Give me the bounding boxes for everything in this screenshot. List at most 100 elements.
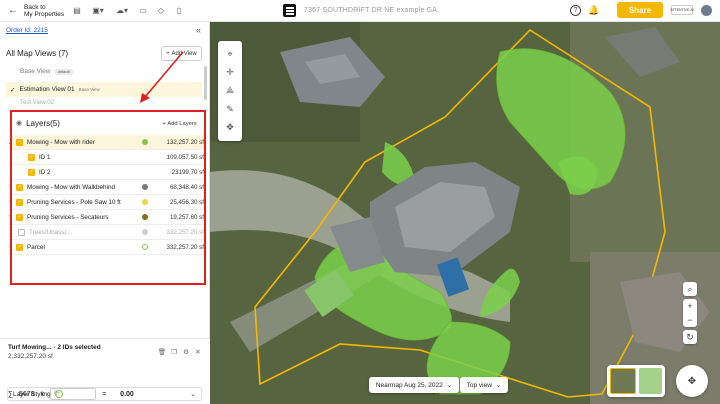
crosshair-icon[interactable]: ✛	[226, 67, 234, 78]
polygon-tool-icon[interactable]: ⟁	[226, 85, 234, 96]
layer-row[interactable]: › ✓ Parcel 332,257.20 sf	[9, 240, 205, 255]
layer-color-swatch[interactable]	[142, 214, 148, 220]
satellite-basemap-option[interactable]	[610, 368, 636, 394]
zoom-controls: ⌕ + − ↻	[683, 282, 697, 344]
layer-name: Pruning Services - Pole Saw 10 ft	[27, 198, 121, 206]
layer-area: 332,257.20 sf	[166, 243, 205, 251]
pen-tool-icon[interactable]: ✎	[226, 104, 234, 115]
selection-area: 2,332,257.20 sf	[8, 353, 53, 360]
drawing-toolbox: ⌖ ✛ ⟁ ✎ ✥	[218, 41, 242, 141]
layers-title: Layers(5)	[26, 118, 60, 128]
calc-result: 0.00	[120, 390, 134, 398]
tag-icon[interactable]: ◇	[154, 4, 168, 18]
add-layers-label: Add Layers	[167, 121, 197, 127]
layers-panel: ◉ Layers(5) + Add Layers ⌄ − Mowing - Mow …	[7, 110, 206, 285]
layer-name: ID 2	[39, 168, 51, 176]
layer-row[interactable]: ✓ ID 1 109,057.50 sf	[12, 150, 204, 165]
layer-checkbox[interactable]: ✓	[16, 243, 23, 251]
layer-checkbox[interactable]: ✓	[16, 183, 23, 191]
brand-logo: ATTENTIVE.AI	[670, 5, 694, 15]
layer-checkbox[interactable]	[18, 228, 25, 236]
layer-color-swatch[interactable]	[142, 199, 148, 205]
imagery-date-dropdown[interactable]: Nearmap Aug 25, 2022 ⌄	[369, 377, 459, 393]
left-panel: Order Id: 2215 « All Map Views (7) + Add…	[0, 22, 210, 404]
bell-icon[interactable]: 🔔	[588, 5, 599, 15]
layer-color-swatch[interactable]	[142, 184, 148, 190]
selection-title: Turf Mowing... - 2 IDs selected	[8, 344, 101, 351]
chevron-down-icon: ⌄	[190, 391, 196, 398]
document-icon[interactable]: ▯	[172, 4, 186, 18]
chevron-down-icon: ⌄	[446, 382, 453, 389]
layer-checkbox[interactable]: ✓	[28, 153, 35, 161]
layer-area: 25,456.30 sf	[169, 198, 204, 206]
copy-icon[interactable]: ❐	[170, 348, 178, 356]
layer-color-swatch[interactable]	[142, 229, 148, 235]
layer-area: 19,257.60 sf	[169, 213, 204, 221]
layer-row[interactable]: ⌄ − Mowing - Mow with rider 132,257.20 sf	[7, 135, 204, 150]
layer-row[interactable]: › ✓ Pruning Services - Pole Saw 10 ft 25,45…	[9, 195, 204, 210]
calc-equals: =	[102, 390, 107, 398]
avatar[interactable]	[701, 4, 712, 16]
zoom-in-button[interactable]: +	[687, 301, 692, 311]
calculator-bar: ∑ 5678 x 0 = 0.00	[8, 388, 134, 400]
collapse-panel-icon[interactable]: «	[196, 25, 201, 35]
chart-icon[interactable]: ▤	[70, 4, 84, 18]
view-mode-dropdown[interactable]: Top view ⌄	[460, 377, 508, 393]
layer-row[interactable]: › ✓ Mowing - Mow with Walkbehind 68,348.40 …	[9, 180, 204, 195]
hidden-view-item[interactable]: Test View 02	[20, 100, 54, 106]
layer-checkbox[interactable]: ✓	[16, 213, 23, 221]
search-location-icon[interactable]: ⌕	[683, 282, 697, 296]
layer-row[interactable]: ✓ ID 2 23199.70 sf	[12, 165, 204, 180]
layer-checkbox[interactable]: ✓	[28, 168, 35, 176]
view-mode-label: Top view	[466, 381, 492, 389]
views-scrollbar[interactable]	[204, 66, 207, 100]
chevron-down-icon[interactable]: ⌄	[6, 139, 14, 146]
toolbar-icons: ▤ ▣▾ ☁▾ ▭ ◇ ▯	[70, 4, 186, 18]
compass-control[interactable]: ✥	[676, 365, 708, 397]
basemap-switcher[interactable]	[607, 365, 665, 397]
cloud-dropdown-icon[interactable]: ☁▾	[112, 4, 132, 18]
base-view-item[interactable]: Base View default	[20, 68, 73, 75]
layer-name: Parcel	[27, 243, 45, 251]
image-dropdown-icon[interactable]: ▣▾	[88, 4, 108, 18]
layer-name: Mowing - Mow with rider	[27, 138, 95, 146]
close-icon[interactable]: ✕	[194, 348, 202, 356]
rotate-icon[interactable]: ↻	[683, 330, 697, 344]
chevron-right-icon[interactable]: ›	[6, 184, 14, 190]
eye-icon[interactable]: ◉	[16, 119, 22, 127]
zoom-out-button[interactable]: −	[687, 315, 692, 325]
trash-icon[interactable]: 🗑	[158, 348, 166, 356]
compass-icon: ✥	[687, 375, 697, 387]
imagery-date-label: Nearmap Aug 25, 2022	[375, 381, 443, 389]
back-label-line1: Back to	[24, 3, 46, 11]
comment-icon[interactable]: ▭	[136, 4, 150, 18]
add-layers-button[interactable]: + Add Layers	[157, 117, 202, 131]
help-icon[interactable]: ?	[570, 4, 581, 16]
chevron-right-icon[interactable]: ›	[6, 244, 14, 250]
street-basemap-option[interactable]	[638, 368, 662, 394]
layer-checkbox[interactable]: ✓	[16, 198, 23, 206]
map-canvas[interactable]: ⌖ ✛ ⟁ ✎ ✥ ⌕ + − ↻ ✥ Nearmap Aug 25, 2022…	[210, 22, 720, 404]
chevron-right-icon[interactable]: ›	[6, 214, 14, 220]
layer-checkbox[interactable]: −	[16, 138, 23, 146]
order-id-link[interactable]: Order Id: 2215	[6, 27, 48, 34]
share-button[interactable]: Share	[617, 2, 663, 18]
back-to-properties-link[interactable]: ← Back to My Properties	[8, 4, 70, 18]
calc-count: 5678	[19, 390, 35, 398]
select-cursor-icon[interactable]: ⌖	[227, 49, 232, 60]
layer-row[interactable]: Trees/Unassi... 332,257.20 sf	[12, 225, 204, 240]
add-view-button[interactable]: + Add View	[161, 46, 202, 61]
settings-icon[interactable]: ⚙	[182, 348, 190, 356]
chevron-right-icon[interactable]: ›	[6, 199, 14, 205]
sum-icon: ∑	[8, 390, 13, 398]
calc-operator: x	[40, 390, 45, 398]
estimation-view-label: Estimation View 01	[19, 86, 75, 93]
estimation-view-item[interactable]: ✓ Estimation View 01 Base View	[6, 82, 202, 97]
app-logo	[283, 4, 296, 17]
calc-multiplier-input[interactable]: 0	[50, 388, 97, 400]
layer-name: Mowing - Mow with Walkbehind	[27, 183, 115, 191]
layer-color-swatch[interactable]	[142, 244, 148, 250]
layer-color-swatch[interactable]	[142, 139, 148, 145]
move-icon[interactable]: ✥	[226, 122, 234, 133]
layer-row[interactable]: › ✓ Pruning Services - Secateurs 19,257.60 …	[9, 210, 204, 225]
